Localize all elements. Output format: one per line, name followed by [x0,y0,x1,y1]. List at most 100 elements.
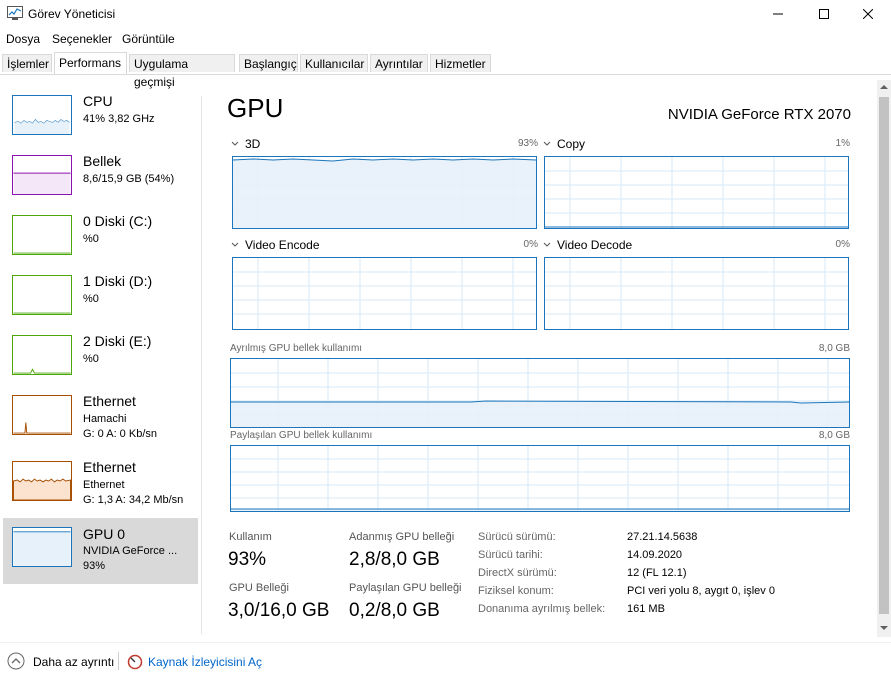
sidebar-ethernet-adapter: Ethernet [83,479,125,491]
open-resource-monitor-link[interactable]: Kaynak İzleyicisini Aç [148,655,262,669]
hardware-reserved-memory-value: 161 MB [627,603,665,615]
driver-version-label: Sürücü sürümü: [478,531,556,543]
engine-video-encode-plot [233,258,536,329]
tab-details[interactable]: Ayrıntılar [370,54,428,72]
usage-value: 93% [228,549,267,570]
hardware-reserved-memory-label: Donanıma ayrılmış bellek: [478,603,606,615]
disk-c-thumbnail-graph [12,215,72,255]
tab-startup[interactable]: Başlangıç [239,54,298,72]
sidebar-disk-c-name: 0 Diski (C:) [83,213,153,229]
shared-gpu-memory-value: 0,2/8,0 GB [349,600,440,621]
sidebar-cpu-usage: 41% 3,82 GHz [83,113,155,125]
physical-location-label: Fiziksel konum: [478,585,554,597]
minimize-icon [773,13,783,15]
cpu-thumbnail-graph [12,95,72,135]
maximize-icon [819,9,829,19]
dedicated-memory-plot [231,359,849,427]
engine-video-decode-label: Video Decode [557,238,633,252]
tab-performance[interactable]: Performans [54,52,127,74]
engine-3d-label: 3D [245,137,261,151]
scroll-down-icon[interactable] [880,625,888,631]
window-title: Görev Yöneticisi [28,7,116,21]
shared-memory-graph [230,445,850,512]
engine-3d-graph [232,156,537,229]
sidebar-gpu-name: GPU 0 [83,526,126,542]
sidebar-ethernet-hamachi-rate: G: 0 A: 0 Kb/sn [83,428,157,440]
sidebar-gpu-usage: 93% [83,560,106,572]
tab-services[interactable]: Hizmetler [430,54,491,72]
engine-copy-graph [544,156,849,229]
sidebar-gpu-model: NVIDIA GeForce ... [83,545,178,557]
sidebar-item-disk-d[interactable]: 1 Diski (D:) %0 [3,268,198,330]
collapse-chevron-icon[interactable] [7,652,25,670]
physical-location-value: PCI veri yolu 8, aygıt 0, işlev 0 [627,585,775,597]
engine-video-decode-chevron-icon[interactable] [543,241,553,249]
engine-video-encode-label: Video Encode [245,238,320,252]
sidebar-item-disk-c[interactable]: 0 Diski (C:) %0 [3,208,198,270]
engine-video-decode-graph [544,257,849,330]
driver-date-label: Sürücü tarihi: [478,549,543,561]
sidebar-ethernet-rate: G: 1,3 A: 34,2 Mb/sn [83,494,184,506]
minimize-button[interactable] [755,0,801,28]
dedicated-gpu-memory-value: 2,8/8,0 GB [349,549,440,570]
gpu-memory-label: GPU Belleği [229,582,289,594]
engine-3d-plot [233,157,536,228]
sidebar-item-ethernet[interactable]: Ethernet Ethernet G: 1,3 A: 34,2 Mb/sn [3,454,198,516]
fewer-details-link[interactable]: Daha az ayrıntı [33,655,114,669]
menu-options[interactable]: Seçenekler [52,32,112,46]
scrollbar-thumb[interactable] [879,97,889,614]
directx-version-value: 12 (FL 12.1) [627,567,687,579]
engine-3d-chevron-icon[interactable] [231,140,241,148]
sidebar-disk-e-name: 2 Diski (E:) [83,333,152,349]
scroll-up-icon[interactable] [880,84,888,90]
tab-processes[interactable]: İşlemler [2,54,52,72]
tab-users[interactable]: Kullanıcılar [300,54,368,72]
task-manager-icon [7,6,23,20]
sidebar-ethernet-name: Ethernet [83,459,136,475]
sidebar-ethernet-hamachi-adapter: Hamachi [83,413,127,425]
engine-3d-percent: 93% [517,138,538,149]
sidebar-divider [201,96,202,634]
driver-date-value: 14.09.2020 [627,549,683,561]
dedicated-gpu-memory-label: Adanmış GPU belleği [349,531,455,543]
close-icon [863,9,873,19]
ethernet-thumbnail-graph [12,461,72,501]
engine-copy-chevron-icon[interactable] [543,140,553,148]
sidebar-item-gpu[interactable]: GPU 0 NVIDIA GeForce ... 93% [3,518,198,584]
shared-memory-label: Paylaşılan GPU bellek kullanımı [230,430,373,441]
memory-thumbnail-graph [12,155,72,195]
engine-video-encode-chevron-icon[interactable] [231,241,241,249]
sidebar-disk-e-usage: %0 [83,353,99,365]
maximize-button[interactable] [801,0,847,28]
menu-view[interactable]: Görüntüle [122,32,175,46]
shared-memory-max: 8,0 GB [818,430,850,441]
sidebar-item-cpu[interactable]: CPU 41% 3,82 GHz [3,88,198,150]
shared-gpu-memory-label: Paylaşılan GPU belleği [349,582,462,594]
engine-copy-plot [545,157,848,228]
engine-copy-label: Copy [557,137,586,151]
sidebar-item-memory[interactable]: Bellek 8,6/15,9 GB (54%) [3,148,198,210]
directx-version-label: DirectX sürümü: [478,567,557,579]
sidebar-item-ethernet-hamachi[interactable]: Ethernet Hamachi G: 0 A: 0 Kb/sn [3,388,198,450]
tab-app-history[interactable]: Uygulama geçmişi [129,54,235,89]
resource-monitor-icon [127,654,143,670]
sidebar-memory-usage: 8,6/15,9 GB (54%) [83,173,175,185]
sidebar-ethernet-hamachi-name: Ethernet [83,393,136,409]
sidebar-memory-name: Bellek [83,153,122,169]
ethernet-hamachi-thumbnail-graph [12,395,72,435]
sidebar-disk-d-usage: %0 [83,293,99,305]
sidebar-disk-c-usage: %0 [83,233,99,245]
menu-file[interactable]: Dosya [6,32,40,46]
engine-video-decode-plot [545,258,848,329]
usage-label: Kullanım [229,531,272,543]
sidebar-item-disk-e[interactable]: 2 Diski (E:) %0 [3,328,198,390]
footer-separator [0,642,891,643]
gpu-thumbnail-graph [12,527,72,567]
page-title: GPU [227,93,284,123]
engine-copy-percent: 1% [835,138,850,149]
shared-memory-plot [231,446,849,511]
engine-video-decode-percent: 0% [835,239,850,250]
gpu-model-name: NVIDIA GeForce RTX 2070 [667,106,851,123]
sidebar-disk-d-name: 1 Diski (D:) [83,273,153,289]
close-button[interactable] [845,0,891,28]
